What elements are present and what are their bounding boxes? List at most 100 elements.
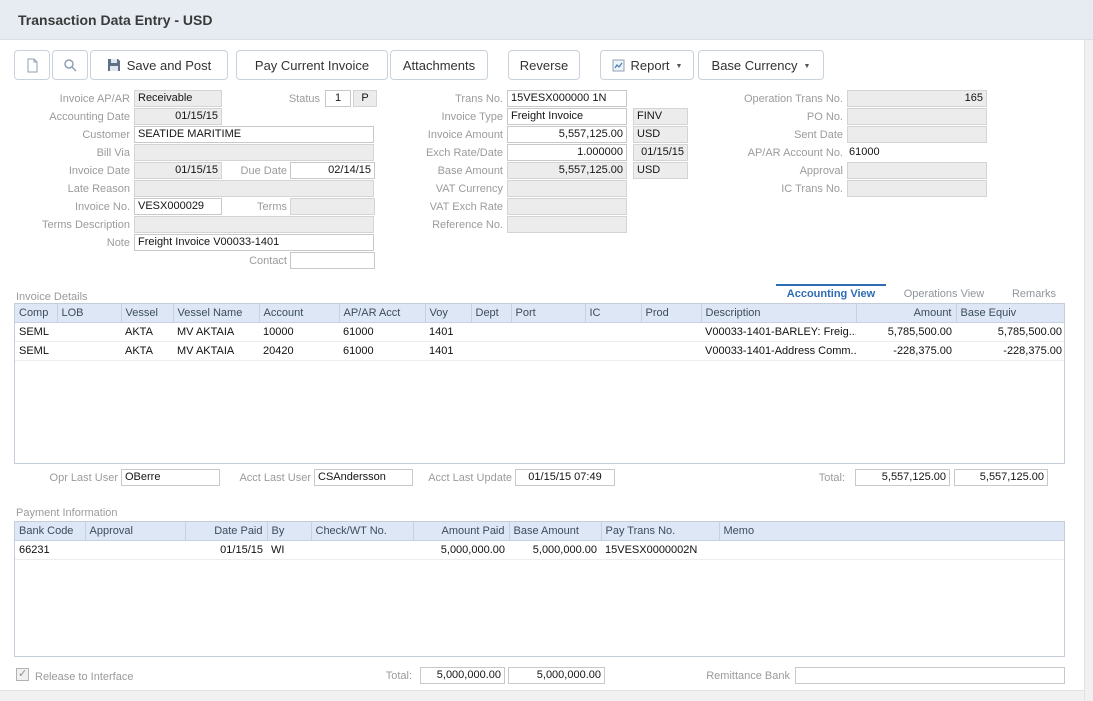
acct-last-update-label: Acct Last Update [420,470,512,486]
exch-rate-date-label: Exch Rate/Date [383,145,503,161]
status-field-1[interactable]: 1 [325,90,351,107]
payment-info-section-label: Payment Information [16,507,118,519]
operation-trans-no-field: 165 [847,90,987,107]
release-to-interface-checkbox[interactable]: ✓ [16,668,29,681]
invoice-date-field: 01/15/15 [134,162,222,179]
save-and-post-label: Save and Post [127,58,212,73]
pay-current-invoice-label: Pay Current Invoice [255,58,369,73]
base-currency-button[interactable]: Base Currency ▼ [698,50,824,80]
invoice-detail-row[interactable]: SEML AKTA MV AKTAIA 20420 61000 1401 V00… [15,341,1065,360]
cell-ic [585,341,641,360]
due-date-label: Due Date [210,163,287,179]
check-icon: ✓ [18,667,27,680]
payment-info-grid: Bank Code Approval Date Paid By Check/WT… [14,521,1065,657]
sent-date-label: Sent Date [700,127,843,143]
tab-operations-view[interactable]: Operations View [898,284,990,302]
trans-no-field[interactable]: 15VESX000000 1N [507,90,627,107]
cell-dept [471,322,511,341]
col-account: Account [259,304,339,322]
invoice-type-field[interactable]: Freight Invoice [507,108,627,125]
payment-info-table: Bank Code Approval Date Paid By Check/WT… [15,522,1065,560]
window-title: Transaction Data Entry - USD [18,12,213,28]
cell-base-amount: 5,000,000.00 [509,540,601,559]
vat-currency-label: VAT Currency [383,181,503,197]
cell-apar-acct: 61000 [339,322,425,341]
vat-currency-field [507,180,627,197]
terms-label: Terms [227,199,287,215]
vertical-scrollbar[interactable] [1084,40,1093,701]
tab-remarks[interactable]: Remarks [1006,284,1062,302]
save-and-post-button[interactable]: Save and Post [90,50,228,80]
customer-field[interactable]: SEATIDE MARITIME [134,126,374,143]
operation-trans-no-label: Operation Trans No. [700,91,843,107]
status-field-2: P [353,90,377,107]
cell-description: V00033-1401-BARLEY: Freig... [701,322,856,341]
contact-field[interactable] [290,252,375,269]
invoice-amount-field[interactable]: 5,557,125.00 [507,126,627,143]
cell-pay-trans-no: 15VESX0000002N [601,540,719,559]
cell-vessel: AKTA [121,322,173,341]
base-currency-field: USD [633,162,688,179]
invoice-total-label: Total: [795,470,845,486]
transaction-data-entry-window: Transaction Data Entry - USD Save and Po… [0,0,1093,701]
payment-total-paid-field: 5,000,000.00 [420,667,505,684]
col-dept: Dept [471,304,511,322]
col-lob: LOB [57,304,121,322]
invoice-no-label: Invoice No. [10,199,130,215]
col-comp: Comp [15,304,57,322]
approval-field [847,162,987,179]
invoice-no-field[interactable]: VESX000029 [134,198,222,215]
new-document-icon [25,58,39,73]
payment-header-row: Bank Code Approval Date Paid By Check/WT… [15,522,1065,540]
cell-voy: 1401 [425,341,471,360]
exch-date-field: 01/15/15 [633,144,688,161]
apar-account-no-field[interactable]: 61000 [845,144,935,161]
payment-row[interactable]: 66231 01/15/15 WI 5,000,000.00 5,000,000… [15,540,1065,559]
cell-lob [57,322,121,341]
acct-last-update-field: 01/15/15 07:49 [515,469,615,486]
reference-no-label: Reference No. [383,217,503,233]
save-icon [107,58,121,72]
cell-port [511,322,585,341]
report-button[interactable]: Report ▼ [600,50,694,80]
cell-prod [641,322,701,341]
base-amount-label: Base Amount [383,163,503,179]
col-base-amount: Base Amount [509,522,601,540]
attachments-button[interactable]: Attachments [390,50,488,80]
col-pay-trans-no: Pay Trans No. [601,522,719,540]
ic-trans-no-label: IC Trans No. [700,181,843,197]
acct-last-user-label: Acct Last User [226,470,311,486]
search-button[interactable] [52,50,88,80]
opr-last-user-field: OBerre [121,469,220,486]
chevron-down-icon: ▼ [804,61,811,70]
due-date-field[interactable]: 02/14/15 [290,162,375,179]
tab-accounting-view[interactable]: Accounting View [776,284,886,302]
cell-apar-acct: 61000 [339,341,425,360]
invoice-total-base-field: 5,557,125.00 [954,469,1048,486]
col-by: By [267,522,311,540]
col-amount: Amount [856,304,956,322]
cell-by: WI [267,540,311,559]
cell-account: 20420 [259,341,339,360]
col-port: Port [511,304,585,322]
exch-rate-field[interactable]: 1.000000 [507,144,627,161]
late-reason-field [134,180,374,197]
invoice-details-table: Comp LOB Vessel Vessel Name Account AP/A… [15,304,1065,361]
new-button[interactable] [14,50,50,80]
cell-date-paid: 01/15/15 [185,540,267,559]
payment-total-label: Total: [362,668,412,684]
col-description: Description [701,304,856,322]
reverse-button[interactable]: Reverse [508,50,580,80]
col-prod: Prod [641,304,701,322]
col-approval: Approval [85,522,185,540]
remittance-bank-label: Remittance Bank [700,668,790,684]
note-field[interactable]: Freight Invoice V00033-1401 [134,234,374,251]
invoice-detail-row[interactable]: SEML AKTA MV AKTAIA 10000 61000 1401 V00… [15,322,1065,341]
invoice-apar-label: Invoice AP/AR [10,91,130,107]
bill-via-label: Bill Via [10,145,130,161]
remittance-bank-field[interactable] [795,667,1065,684]
pay-current-invoice-button[interactable]: Pay Current Invoice [236,50,388,80]
col-check-wt-no: Check/WT No. [311,522,413,540]
cell-base-equiv: -228,375.00 [956,341,1065,360]
report-icon [612,59,625,72]
